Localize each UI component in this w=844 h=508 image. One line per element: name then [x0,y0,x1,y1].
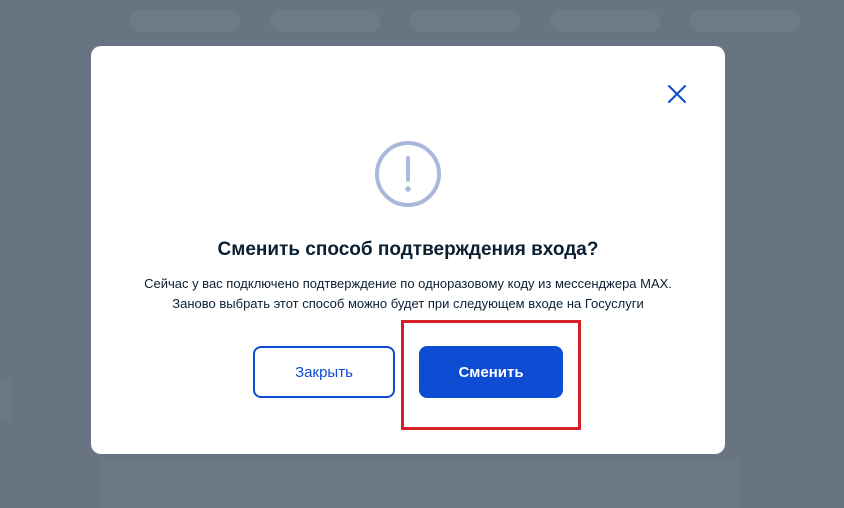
background-block [100,460,740,508]
background-nav-item [130,10,240,32]
background-block [0,380,12,420]
confirm-dialog: Сменить способ подтверждения входа? Сейч… [91,46,725,454]
close-button[interactable]: Закрыть [253,346,395,398]
close-dialog-button[interactable] [665,82,689,106]
change-button[interactable]: Сменить [419,346,563,398]
background-nav [130,10,800,32]
background-nav-item [550,10,660,32]
dialog-description: Сейчас у вас подключено подтверждение по… [91,274,725,314]
page-overlay: Сменить способ подтверждения входа? Сейч… [0,0,844,508]
exclamation-circle-icon [375,141,441,207]
background-nav-item [410,10,520,32]
dialog-description-line: Сейчас у вас подключено подтверждение по… [144,276,672,291]
background-nav-item [690,10,800,32]
close-icon [668,85,686,103]
dialog-title: Сменить способ подтверждения входа? [217,239,599,260]
background-nav-item [270,10,380,32]
dialog-description-line: Заново выбрать этот способ можно будет п… [172,296,644,311]
